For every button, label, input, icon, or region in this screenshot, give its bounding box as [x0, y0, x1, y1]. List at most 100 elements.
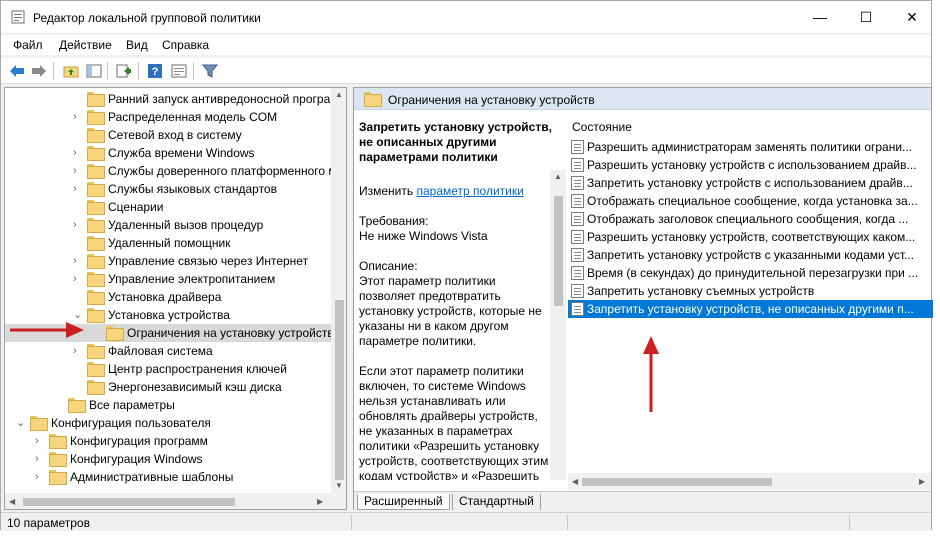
collapsed-chevron-icon[interactable]: ›	[73, 164, 83, 178]
list-horizontal-scrollbar[interactable]: ◀ ▶	[568, 473, 931, 490]
up-folder-button[interactable]	[61, 61, 81, 81]
policy-row[interactable]: Запретить установку устройств, не описан…	[568, 300, 933, 318]
policy-row[interactable]: Запретить установку устройств с указанны…	[568, 246, 933, 264]
tree-item[interactable]: › Удаленный вызов процедур	[5, 216, 331, 234]
tree-item[interactable]: › Конфигурация Windows	[5, 450, 331, 468]
tree-item-label: Сетевой вход в систему	[108, 128, 242, 142]
policy-row[interactable]: Отображать заголовок специального сообще…	[568, 210, 933, 228]
collapsed-chevron-icon[interactable]: ›	[73, 254, 83, 268]
tree-item[interactable]: Все параметры	[5, 396, 331, 414]
policy-row-label: Разрешить администраторам заменять полит…	[587, 140, 913, 154]
tree-item[interactable]: Ранний запуск антивредоносной програ	[5, 90, 331, 108]
folder-icon	[49, 470, 67, 485]
filter-button[interactable]	[200, 61, 220, 81]
tree-item[interactable]: Энергонезависимый кэш диска	[5, 378, 331, 396]
policy-row[interactable]: Отображать специальное сообщение, когда …	[568, 192, 933, 210]
collapsed-chevron-icon[interactable]: ›	[73, 344, 83, 358]
policy-row[interactable]: Разрешить установку устройств с использо…	[568, 156, 933, 174]
tree-item[interactable]: › Распределенная модель COM	[5, 108, 331, 126]
folder-icon	[87, 146, 105, 161]
tab-extended[interactable]: Расширенный	[357, 494, 450, 510]
tree-item[interactable]: Установка драйвера	[5, 288, 331, 306]
policy-row[interactable]: Разрешить установку устройств, соответст…	[568, 228, 933, 246]
collapsed-chevron-icon[interactable]: ›	[35, 452, 45, 466]
tree-item[interactable]: › Службы языковых стандартов	[5, 180, 331, 198]
policy-row-label: Отображать специальное сообщение, когда …	[587, 194, 918, 208]
show-hide-tree-button[interactable]	[84, 61, 104, 81]
tree-item[interactable]: Центр распространения ключей	[5, 360, 331, 378]
export-list-button[interactable]	[114, 61, 134, 81]
tree-item[interactable]: › Службы доверенного платформенного м	[5, 162, 331, 180]
tree-horizontal-scrollbar[interactable]: ◀ ▶	[5, 493, 346, 509]
tree-item[interactable]: Сценарии	[5, 198, 331, 216]
collapsed-chevron-icon[interactable]: ›	[35, 470, 45, 484]
tree-item[interactable]: › Служба времени Windows	[5, 144, 331, 162]
tree-vertical-scrollbar[interactable]: ▲ ▼	[331, 88, 346, 493]
tree-item[interactable]: ⌄ Установка устройства	[5, 306, 331, 324]
collapsed-chevron-icon[interactable]: ›	[73, 110, 83, 124]
scrollbar-thumb[interactable]	[23, 498, 235, 506]
tree-item-label: Удаленный вызов процедур	[108, 218, 264, 232]
collapsed-chevron-icon[interactable]: ›	[35, 434, 45, 448]
tree-item[interactable]: Сетевой вход в систему	[5, 126, 331, 144]
column-header-state[interactable]: Состояние	[572, 120, 632, 134]
policy-row[interactable]: Запретить установку устройств с использо…	[568, 174, 933, 192]
policy-setting-icon	[571, 284, 584, 298]
menu-view[interactable]: Вид	[126, 38, 148, 52]
menu-bar: Файл Действие Вид Справка	[1, 35, 931, 55]
scrollbar-thumb[interactable]	[554, 196, 563, 306]
tree-item[interactable]: Ограничения на установку устройств	[5, 324, 331, 342]
scroll-left-icon[interactable]: ◀	[572, 477, 578, 486]
tree-item-label: Службы языковых стандартов	[108, 182, 277, 196]
scroll-up-icon[interactable]: ▲	[335, 90, 343, 99]
collapsed-chevron-icon[interactable]: ›	[73, 218, 83, 232]
tree-item[interactable]: ⌄ Конфигурация пользователя	[5, 414, 331, 432]
scrollbar-thumb[interactable]	[335, 300, 344, 480]
policy-row-label: Запретить установку устройств, не описан…	[587, 302, 914, 316]
toolbar-separator	[107, 62, 108, 80]
policy-row[interactable]: Запретить установку съемных устройств	[568, 282, 933, 300]
scrollbar-thumb[interactable]	[582, 478, 772, 486]
help-button[interactable]: ?	[145, 61, 165, 81]
collapsed-chevron-icon[interactable]: ›	[73, 146, 83, 160]
description-scrollbar[interactable]: ▲ ▼	[550, 170, 566, 480]
filter-icon	[202, 64, 218, 78]
tree-item[interactable]: › Управление электропитанием	[5, 270, 331, 288]
tree-item[interactable]: › Конфигурация программ	[5, 432, 331, 450]
scroll-down-icon[interactable]: ▼	[335, 481, 343, 490]
scroll-right-icon[interactable]: ▶	[317, 497, 323, 506]
help-icon: ?	[148, 64, 162, 78]
policy-row-label: Запретить установку устройств с использо…	[587, 176, 913, 190]
tab-standard[interactable]: Стандартный	[452, 494, 541, 510]
scroll-up-icon[interactable]: ▲	[554, 172, 562, 181]
policy-row-label: Разрешить установку устройств, соответст…	[587, 230, 916, 244]
tree-item[interactable]: Удаленный помощник	[5, 234, 331, 252]
tree-item[interactable]: › Управление связью через Интернет	[5, 252, 331, 270]
tree-item[interactable]: › Файловая система	[5, 342, 331, 360]
policy-row[interactable]: Разрешить администраторам заменять полит…	[568, 138, 933, 156]
menu-help[interactable]: Справка	[162, 38, 209, 52]
close-button[interactable]: ✕	[889, 1, 935, 33]
toolbar: ?	[1, 58, 931, 84]
collapsed-chevron-icon[interactable]: ›	[73, 182, 83, 196]
expanded-chevron-icon[interactable]: ⌄	[73, 308, 83, 322]
menu-file[interactable]: Файл	[13, 38, 43, 52]
minimize-button[interactable]: —	[797, 1, 843, 33]
maximize-button[interactable]: ☐	[843, 1, 889, 33]
scroll-right-icon[interactable]: ▶	[919, 477, 925, 486]
menu-action[interactable]: Действие	[59, 38, 112, 52]
edit-policy-line: Изменить параметр политики	[359, 184, 549, 199]
policy-row[interactable]: Время (в секундах) до принудительной пер…	[568, 264, 933, 282]
properties-button[interactable]	[169, 61, 189, 81]
svg-text:?: ?	[152, 66, 159, 78]
back-button[interactable]	[7, 61, 27, 81]
forward-button[interactable]	[29, 61, 49, 81]
expanded-chevron-icon[interactable]: ⌄	[16, 416, 26, 430]
scroll-left-icon[interactable]: ◀	[9, 497, 15, 506]
collapsed-chevron-icon[interactable]: ›	[73, 272, 83, 286]
policy-description: Запретить установку устройств, не описан…	[354, 118, 566, 480]
policy-row-label: Запретить установку съемных устройств	[587, 284, 815, 298]
edit-policy-link[interactable]: параметр политики	[416, 184, 523, 198]
tree-item[interactable]: › Административные шаблоны	[5, 468, 331, 486]
forward-arrow-icon	[32, 65, 46, 77]
